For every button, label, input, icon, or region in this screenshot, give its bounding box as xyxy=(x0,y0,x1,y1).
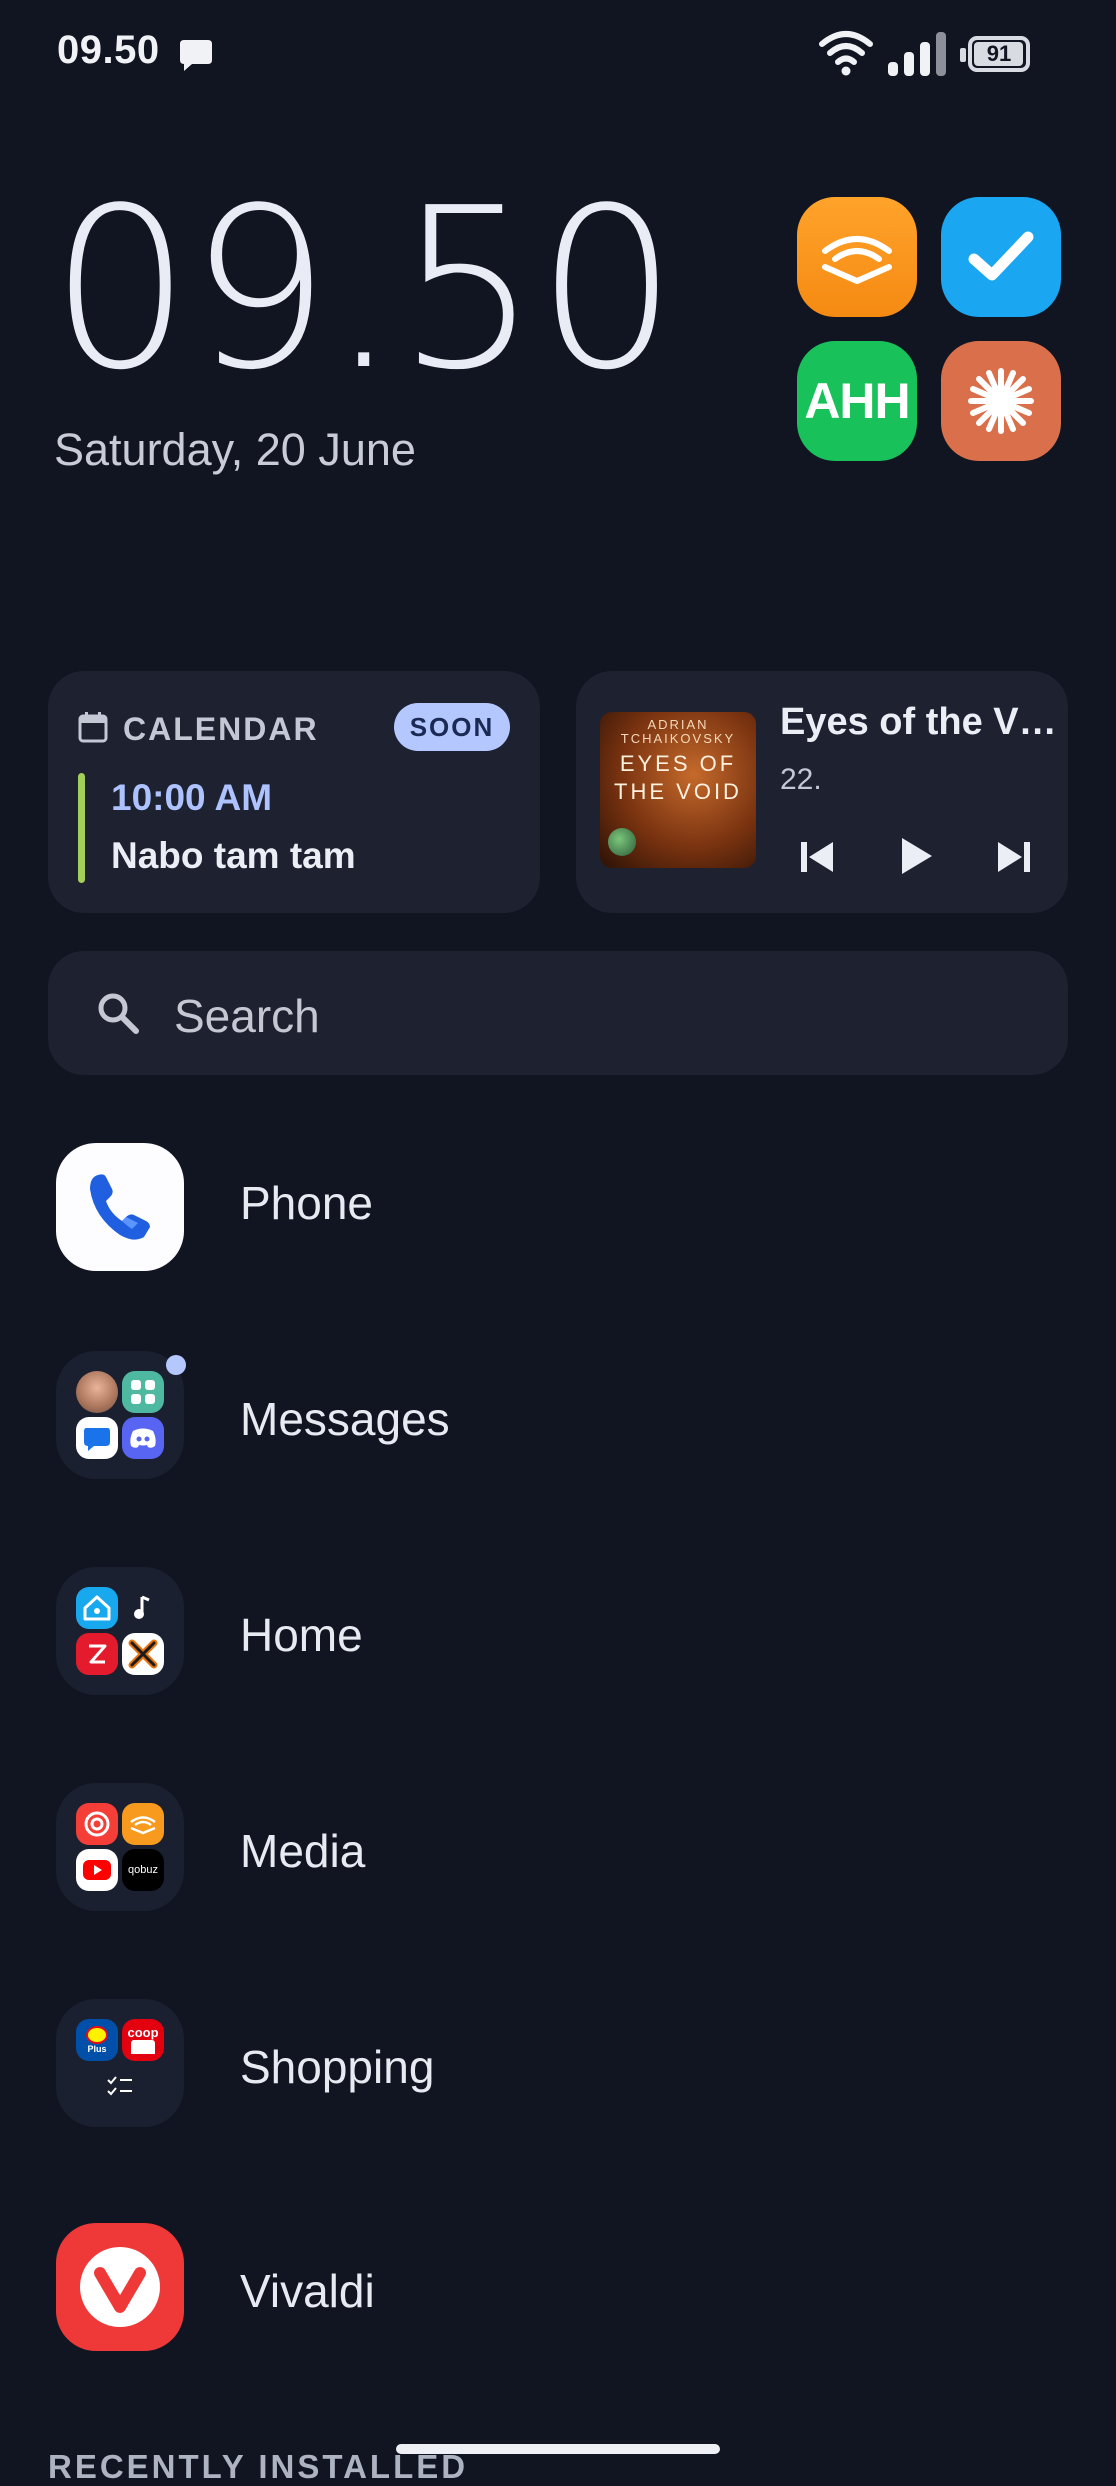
notification-dot xyxy=(166,1355,186,1375)
media-widget[interactable]: ADRIAN TCHAIKOVSKY EYES OF THE VOID Eyes… xyxy=(576,671,1068,913)
wifi-icon xyxy=(819,31,873,76)
media-folder-icon[interactable]: qobuz xyxy=(56,1783,184,1911)
google-messages-icon xyxy=(76,1417,118,1459)
previous-track-button[interactable] xyxy=(789,829,845,885)
grid-app-icon xyxy=(122,1371,164,1413)
qobuz-icon: qobuz xyxy=(122,1849,164,1891)
play-icon xyxy=(902,838,932,874)
clock-date[interactable]: Saturday, 20 June xyxy=(54,424,416,476)
zaptec-icon xyxy=(76,1633,118,1675)
vivaldi-label[interactable]: Vivaldi xyxy=(240,2264,375,2318)
coop-icon: coop xyxy=(122,2019,164,2061)
clock-time[interactable]: 09.50 xyxy=(50,179,678,401)
messages-folder-icon[interactable] xyxy=(56,1351,186,1479)
album-cover[interactable]: ADRIAN TCHAIKOVSKY EYES OF THE VOID xyxy=(600,712,756,868)
battery-level-text: 91 xyxy=(986,41,1012,66)
contact-avatar xyxy=(76,1371,118,1413)
shopping-folder-icon[interactable]: Plus coop xyxy=(56,1999,184,2127)
audible-mini-icon xyxy=(122,1803,164,1845)
checklist-icon xyxy=(99,2065,141,2107)
ahh-app-icon[interactable]: AHH xyxy=(797,341,917,461)
phone-icon xyxy=(90,1174,150,1240)
calendar-title: CALENDAR xyxy=(123,711,319,747)
audible-icon xyxy=(822,236,892,284)
music-note-icon xyxy=(122,1587,164,1629)
search-icon xyxy=(98,993,139,1034)
signal-icon xyxy=(888,32,946,76)
skip-previous-icon xyxy=(801,842,833,872)
chat-notification-icon xyxy=(180,40,212,71)
home-folder-icon[interactable] xyxy=(56,1567,184,1695)
phone-label[interactable]: Phone xyxy=(240,1176,373,1230)
tasks-app-icon[interactable] xyxy=(941,197,1061,317)
search-placeholder: Search xyxy=(174,990,320,1042)
media-label[interactable]: Media xyxy=(240,1824,365,1878)
calendar-icon xyxy=(78,712,108,743)
home-assistant-icon xyxy=(76,1587,118,1629)
media-subtitle: 22. xyxy=(780,763,822,796)
starburst-icon xyxy=(968,368,1034,434)
skip-next-icon xyxy=(998,842,1030,872)
messages-label[interactable]: Messages xyxy=(240,1392,450,1446)
gesture-home-bar[interactable] xyxy=(396,2444,720,2454)
youtube-icon xyxy=(76,1849,118,1891)
soon-badge: SOON xyxy=(394,703,510,751)
event-time: 10:00 AM xyxy=(111,777,273,818)
home-label[interactable]: Home xyxy=(240,1608,363,1662)
media-title: Eyes of the V… xyxy=(780,701,1057,743)
phone-app-icon[interactable] xyxy=(56,1143,184,1271)
event-color-bar xyxy=(78,773,85,883)
status-bar-time: 09.50 xyxy=(57,28,160,72)
cover-author: ADRIAN TCHAIKOVSKY xyxy=(620,717,736,746)
claude-app-icon[interactable] xyxy=(941,341,1061,461)
planet-icon xyxy=(608,828,636,856)
discord-icon xyxy=(122,1417,164,1459)
next-track-button[interactable] xyxy=(986,829,1042,885)
checkmark-icon xyxy=(968,231,1034,281)
vivaldi-app-icon[interactable] xyxy=(56,2223,184,2351)
calendar-widget[interactable]: CALENDAR SOON 10:00 AM Nabo tam tam xyxy=(48,671,540,913)
x-app-icon xyxy=(122,1633,164,1675)
lidl-plus-icon: Plus xyxy=(76,2019,118,2061)
battery-icon: 91 xyxy=(960,36,1030,72)
shopping-label[interactable]: Shopping xyxy=(240,2040,434,2094)
vivaldi-icon xyxy=(80,2247,160,2327)
pocket-casts-icon xyxy=(76,1803,118,1845)
search-bar[interactable]: Search xyxy=(48,951,1068,1075)
audible-app-icon[interactable] xyxy=(797,197,917,317)
cover-title: EYES OF THE VOID xyxy=(614,751,742,804)
event-name: Nabo tam tam xyxy=(111,835,356,876)
play-button[interactable] xyxy=(888,828,944,884)
